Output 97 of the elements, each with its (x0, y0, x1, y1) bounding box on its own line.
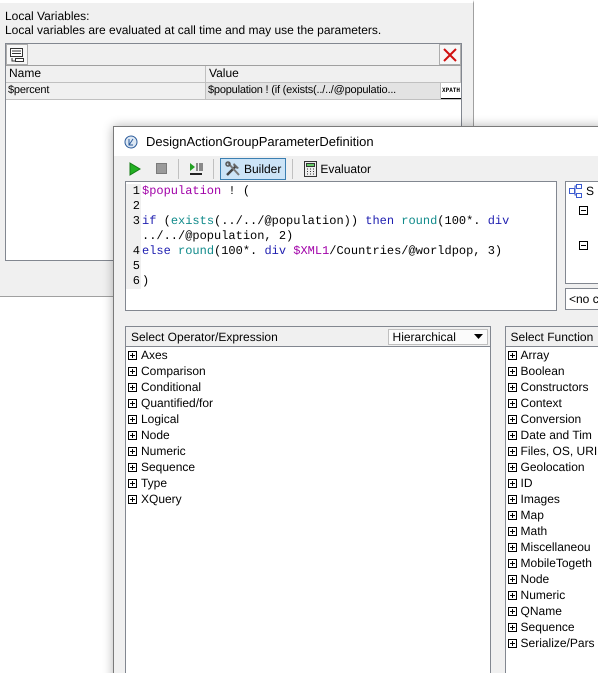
tree-item[interactable]: Serialize/Pars (520, 635, 595, 651)
table-cell: $population ! (if (exists(../../@populatio... (206, 83, 441, 99)
tree-item[interactable]: Context (520, 395, 562, 411)
view-dropdown[interactable]: Hierarchical (388, 328, 488, 344)
tree-item[interactable]: XQuery (141, 491, 182, 507)
code-line: if (exists(../../@population)) then round(100*. div ../../@population, 2) (141, 214, 510, 244)
tree-item[interactable]: Comparison (141, 363, 206, 379)
line-number: 6 (126, 274, 141, 289)
tree-item[interactable]: Constructors (520, 379, 589, 395)
mode-button[interactable]: Builder (220, 158, 286, 180)
line-number: 2 (126, 199, 141, 214)
expand-icon[interactable] (508, 366, 517, 376)
expand-icon[interactable] (508, 622, 517, 632)
expand-icon[interactable] (508, 526, 517, 536)
tree-item[interactable]: Math (520, 523, 548, 539)
play-icon (129, 162, 141, 176)
expand-icon[interactable] (128, 382, 137, 392)
expand-icon[interactable] (508, 494, 517, 504)
delete-button[interactable] (439, 44, 461, 65)
expand-icon[interactable] (128, 430, 137, 440)
tree-item[interactable]: Sequence (520, 619, 575, 635)
tree-item[interactable]: Numeric (520, 587, 566, 603)
tree-item[interactable]: Type (141, 475, 168, 491)
expand-icon[interactable] (508, 382, 517, 392)
expand-icon[interactable] (128, 462, 137, 472)
tree-item[interactable]: Map (520, 507, 544, 523)
close-icon (443, 48, 457, 62)
expand-icon[interactable] (508, 350, 517, 360)
calculator-icon (304, 160, 318, 176)
tree-item[interactable]: Node (141, 427, 170, 443)
tree-item[interactable]: ID (520, 475, 533, 491)
mode-button[interactable]: Evaluator (299, 158, 376, 180)
collapse-icon[interactable] (579, 206, 588, 215)
step-icon (188, 160, 204, 176)
expand-icon[interactable] (128, 494, 137, 504)
code-editor[interactable]: 1 $population ! ( 2 3 if (exists(../../@population)) then round(100*. div ../../@population, 2) 4 else round(100*. div $XML1/Countries/@worldpop, 3) 5 6 ) (125, 181, 557, 311)
expand-icon[interactable] (508, 574, 517, 584)
tree-label: S (586, 184, 594, 198)
tree-item[interactable]: Files, OS, URI (520, 443, 598, 459)
table-cell: $percent (6, 83, 206, 99)
expand-icon[interactable] (128, 414, 137, 424)
tree-item[interactable]: Quantified/for (141, 395, 214, 411)
section-description: Local variables are evaluated at call time and may use the parameters. (5, 23, 382, 37)
expand-icon[interactable] (508, 638, 517, 648)
code-line: ) (141, 274, 150, 289)
add-row-button[interactable] (6, 44, 28, 65)
expand-icon[interactable] (508, 414, 517, 424)
line-number: 1 (126, 184, 141, 199)
line-number: 3 (126, 214, 141, 244)
expand-icon[interactable] (508, 446, 517, 456)
tree-item[interactable]: Images (520, 491, 560, 507)
code-line: else round(100*. div $XML1/Countries/@worldpop, 3) (141, 244, 504, 259)
expand-icon[interactable] (508, 606, 517, 616)
tree-item[interactable]: Geolocation (520, 459, 585, 475)
expand-icon[interactable] (508, 590, 517, 600)
code-line: $population ! ( (141, 184, 252, 199)
tree-icon (569, 184, 583, 198)
tree-item[interactable]: Sequence (141, 459, 196, 475)
expand-icon[interactable] (508, 510, 517, 520)
stop-icon (156, 163, 166, 174)
expand-icon[interactable] (128, 478, 137, 488)
expand-icon[interactable] (128, 398, 137, 408)
expand-icon[interactable] (508, 462, 517, 472)
expand-icon[interactable] (128, 350, 137, 360)
expand-icon[interactable] (128, 446, 137, 456)
expand-icon[interactable] (508, 478, 517, 488)
line-number: 4 (126, 244, 141, 259)
window-title: DesignActionGroupParameterDefinition (146, 134, 374, 149)
tree-item[interactable]: QName (520, 603, 562, 619)
expand-icon[interactable] (508, 398, 517, 408)
caret-icon (474, 334, 483, 339)
tree-item[interactable]: Axes (141, 347, 168, 363)
tree-item[interactable]: Conversion (520, 411, 582, 427)
collapse-icon[interactable] (579, 241, 588, 250)
tree-item[interactable]: Numeric (141, 443, 186, 459)
expand-icon[interactable] (508, 558, 517, 568)
panel-title: Select Function (510, 330, 594, 344)
tools-icon (225, 160, 241, 176)
tree-item[interactable]: MobileTogeth (520, 555, 592, 571)
line-number: 5 (126, 259, 141, 274)
expand-icon[interactable] (508, 542, 517, 552)
panel-title: Select Operator/Expression (131, 330, 278, 344)
column-header: Name (6, 66, 206, 82)
tree-item[interactable]: Logical (141, 411, 180, 427)
tree-item[interactable]: Array (520, 347, 550, 363)
tree-item[interactable]: Node (520, 571, 550, 587)
expand-icon[interactable] (508, 430, 517, 440)
expand-icon[interactable] (128, 366, 137, 376)
section-label: Local Variables: (5, 9, 90, 23)
column-header: Value (206, 66, 461, 82)
tree-item[interactable]: Boolean (520, 363, 565, 379)
add-row-icon (9, 46, 25, 62)
app-icon (124, 134, 138, 148)
tree-item[interactable]: Date and Tim (520, 427, 592, 443)
tree-item[interactable]: Conditional (141, 379, 202, 395)
status-field: <no c (565, 288, 598, 310)
tree-item[interactable]: Miscellaneou (520, 539, 591, 555)
